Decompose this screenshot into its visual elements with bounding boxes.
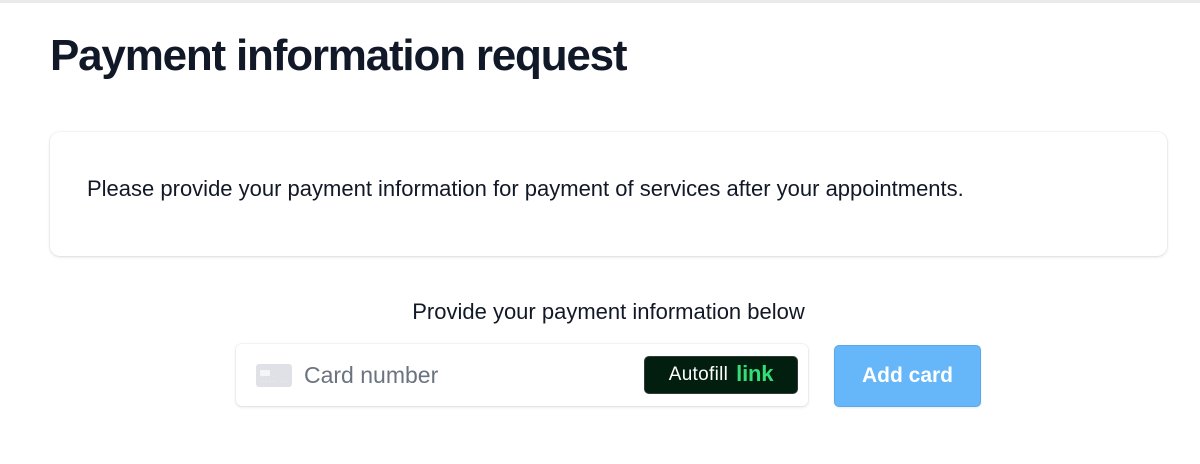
card-number-input[interactable] [304, 358, 634, 392]
payment-section-label: Provide your payment information below [412, 299, 805, 324]
card-chip-shape [260, 370, 270, 376]
info-card: Please provide your payment information … [50, 132, 1167, 256]
link-logo: link [736, 360, 774, 386]
autofill-label: Autofill [668, 364, 729, 385]
card-number-field[interactable]: ---- ---- Autofill link [236, 344, 808, 406]
card-icon-digits: ---- ---- [260, 378, 289, 391]
top-divider [0, 0, 1200, 3]
credit-card-icon: ---- ---- [256, 364, 292, 391]
page-title: Payment information request [50, 31, 628, 80]
info-card-text: Please provide your payment information … [87, 176, 964, 201]
add-card-button[interactable]: Add card [834, 345, 981, 407]
autofill-link-button[interactable]: Autofill link [644, 356, 798, 394]
